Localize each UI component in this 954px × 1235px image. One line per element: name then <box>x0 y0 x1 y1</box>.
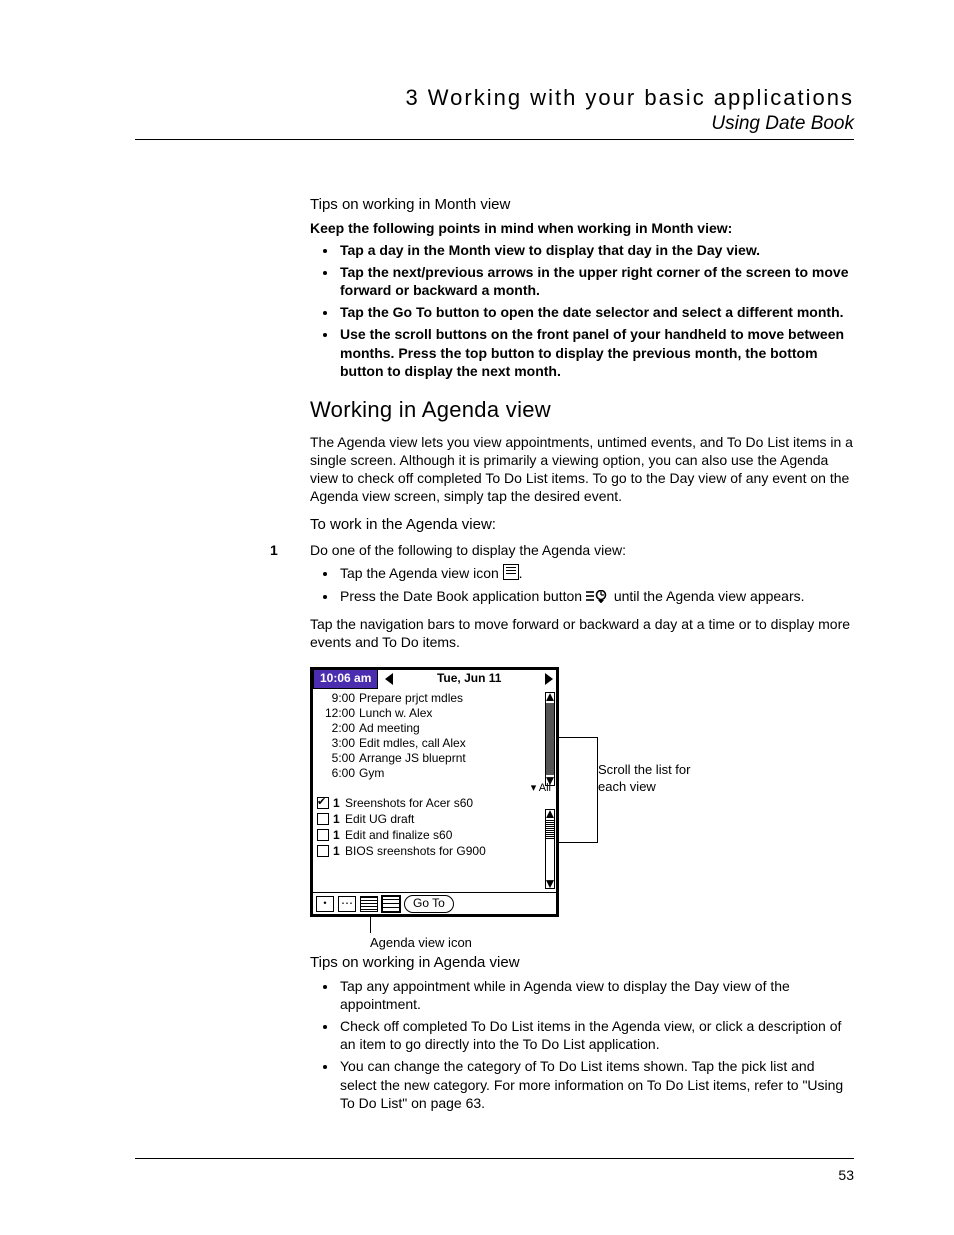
checkbox-icon[interactable] <box>317 829 329 841</box>
todo-row[interactable]: 1BIOS sreenshots for G900 <box>317 843 553 859</box>
section-title: Using Date Book <box>135 113 854 135</box>
datebook-button-icon <box>586 590 610 603</box>
week-view-icon[interactable] <box>338 896 356 912</box>
agenda-tail: Tap the navigation bars to move forward … <box>310 615 854 651</box>
prev-day-arrow-icon[interactable] <box>385 673 393 685</box>
todo-row[interactable]: 1Sreenshots for Acer s60 <box>317 795 553 811</box>
list-item: Tap any appointment while in Agenda view… <box>338 977 854 1013</box>
agenda-heading: Working in Agenda view <box>310 396 854 425</box>
pda-screenshot: 10:06 am Tue, Jun 11 9:00Prepare prjct m… <box>310 667 559 917</box>
agenda-view-icon[interactable] <box>382 896 400 912</box>
list-item: Tap a day in the Month view to display t… <box>338 241 854 259</box>
checkbox-icon[interactable] <box>317 813 329 825</box>
list-item: Tap the next/previous arrows in the uppe… <box>338 263 854 299</box>
chapter-title: 3 Working with your basic applications <box>135 85 854 111</box>
todo-row[interactable]: 1Edit UG draft <box>317 811 553 827</box>
list-item: Tap the Agenda view icon . <box>338 564 854 582</box>
next-day-arrow-icon[interactable] <box>545 673 553 685</box>
event-row[interactable]: 6:00Gym <box>317 766 553 781</box>
goto-button[interactable]: Go To <box>404 895 454 913</box>
tips-month-heading: Tips on working in Month view <box>310 195 854 215</box>
tips-month-intro: Keep the following points in mind when w… <box>310 219 854 237</box>
agenda-view-icon <box>503 564 519 580</box>
tips-agenda-heading: Tips on working in Agenda view <box>310 953 854 973</box>
list-item: Tap the Go To button to open the date se… <box>338 303 854 321</box>
event-row[interactable]: 9:00Prepare prjct mdles <box>317 691 553 706</box>
tips-month-list: Tap a day in the Month view to display t… <box>310 241 854 380</box>
agenda-figure: 10:06 am Tue, Jun 11 9:00Prepare prjct m… <box>310 667 854 947</box>
date-label[interactable]: Tue, Jun 11 <box>401 671 537 687</box>
events-list: 9:00Prepare prjct mdles 12:00Lunch w. Al… <box>312 689 557 781</box>
scroll-callout: Scroll the list for each view <box>598 762 708 796</box>
page-number: 53 <box>838 1167 854 1183</box>
list-item: Check off completed To Do List items in … <box>338 1017 854 1053</box>
howto-heading: To work in the Agenda view: <box>310 515 854 535</box>
category-picker[interactable]: All <box>312 781 557 795</box>
month-view-icon[interactable] <box>360 896 378 912</box>
agenda-paragraph: The Agenda view lets you view appointmen… <box>310 433 854 506</box>
figure-caption: Agenda view icon <box>370 935 472 952</box>
todos-scrollbar[interactable] <box>545 809 555 889</box>
list-item: You can change the category of To Do Lis… <box>338 1057 854 1112</box>
todo-list: 1Sreenshots for Acer s60 1Edit UG draft … <box>312 795 557 859</box>
todo-row[interactable]: 1Edit and finalize s60 <box>317 827 553 843</box>
checkbox-icon[interactable] <box>317 797 329 809</box>
event-row[interactable]: 2:00Ad meeting <box>317 721 553 736</box>
event-row[interactable]: 5:00Arrange JS blueprnt <box>317 751 553 766</box>
checkbox-icon[interactable] <box>317 845 329 857</box>
day-view-icon[interactable] <box>316 896 334 912</box>
list-item: Use the scroll buttons on the front pane… <box>338 325 854 380</box>
events-scrollbar[interactable] <box>545 692 555 786</box>
step-number: 1 <box>270 541 278 559</box>
event-row[interactable]: 12:00Lunch w. Alex <box>317 706 553 721</box>
clock-badge[interactable]: 10:06 am <box>313 669 378 689</box>
step-intro: Do one of the following to display the A… <box>310 542 626 558</box>
list-item: Press the Date Book application button u… <box>338 587 854 605</box>
event-row[interactable]: 3:00Edit mdles, call Alex <box>317 736 553 751</box>
footer-rule <box>135 1158 854 1159</box>
page-header: 3 Working with your basic applications U… <box>135 85 854 140</box>
